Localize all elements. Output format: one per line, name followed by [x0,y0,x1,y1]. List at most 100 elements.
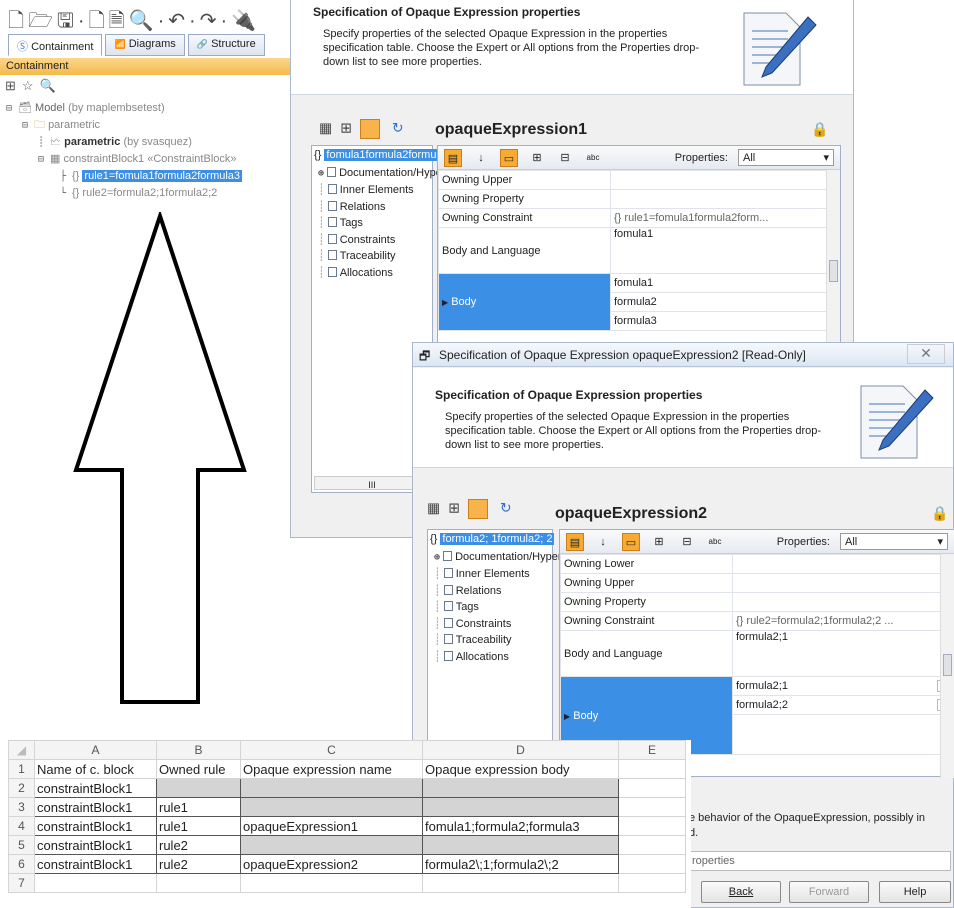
categorized-icon[interactable]: ▤ [566,532,584,551]
column-header[interactable]: D [422,740,619,760]
property-row[interactable]: Owning Upper [560,573,954,593]
tree-view-icon[interactable]: ⊞ [448,500,468,516]
collapse-icon[interactable]: ⊟ [678,533,696,551]
sheet-cell[interactable] [618,873,686,893]
nav-item[interactable]: ┊ Allocations [428,649,552,666]
sheet-cell[interactable] [240,835,423,855]
nav-item[interactable]: ⊕ Documentation/Hyperlinks [312,165,467,183]
highlight-icon[interactable] [359,119,380,139]
collapse-icon[interactable]: ⊟ [556,149,574,167]
property-row[interactable]: Body and Language formula2;1 [560,630,954,677]
new-element-icon[interactable]: ⊞ [5,78,22,93]
sheet-cell[interactable] [240,797,423,817]
nav-item[interactable]: ┊ Traceability [428,632,552,649]
main-toolbar[interactable]: 🗋🗁🖫·🗋🗎🔍·↶·↷·🔌 [8,6,298,32]
nav-item[interactable]: ┊ Relations [312,199,432,216]
tree-view-icon[interactable]: ⊞ [340,120,360,136]
sheet-cell[interactable]: rule1 [156,797,241,817]
sheet-cell[interactable] [156,778,241,798]
close-icon[interactable]: ✕ [907,344,945,364]
table-view-icon[interactable]: ▦ [427,500,448,516]
collapse-icon[interactable]: ⊟ [22,118,34,134]
filter-icon[interactable]: ▭ [500,148,518,167]
row-header[interactable]: 5 [8,835,35,855]
property-row[interactable]: Owning Constraint{} rule1=fomula1formula… [438,208,840,228]
sheet-cell[interactable] [422,835,619,855]
sheet-cell[interactable]: constraintBlock1 [34,797,157,817]
vertical-scrollbar[interactable] [940,554,954,778]
properties-select[interactable]: All ▾ [840,533,948,550]
properties-select[interactable]: All ▾ [738,149,834,166]
column-header[interactable]: E [618,740,686,760]
collapse-icon[interactable]: ⊟ [6,101,18,117]
favorite-icon[interactable]: ☆ [22,78,40,93]
nav-item[interactable]: ┊ Tags [312,215,432,232]
sheet-cell[interactable]: opaqueExpression2 [240,854,423,874]
search-icon[interactable]: 🔍 [40,78,62,93]
tree-node-rule2[interactable]: └{} rule2=formula2;1formula2;2 [6,185,242,202]
tree-node-block[interactable]: ⊟ ▦ constraintBlock1 «ConstraintBlock» [6,151,242,168]
property-row[interactable]: Owning Constraint{} rule2=formula2;1form… [560,611,954,631]
sheet-cell[interactable]: rule1 [156,816,241,836]
property-row[interactable]: Owning Upper [438,170,840,190]
tree-node-rule1[interactable]: ├{} rule1=fomula1formula2formula3 [6,168,243,185]
sheet-cell[interactable] [156,873,241,893]
collapse-icon[interactable]: ⊟ [38,152,50,168]
expand-icon[interactable]: ⊞ [528,149,546,167]
sheet-cell[interactable]: Owned rule [156,759,241,779]
nav-root[interactable]: {} fomula1formula2formula3 [312,146,454,165]
sheet-cell[interactable]: opaqueExpression1 [240,816,423,836]
back-button[interactable]: Back [701,881,781,903]
highlight-icon[interactable] [467,499,488,519]
sheet-cell[interactable] [618,816,686,836]
column-header[interactable]: C [240,740,423,760]
sheet-cell[interactable] [618,759,686,779]
row-header[interactable]: 3 [8,797,35,817]
expand-icon[interactable]: ⊞ [650,533,668,551]
property-row[interactable]: Owning Property [560,592,954,612]
sheet-cell[interactable] [422,873,619,893]
tab-diagrams[interactable]: 📶 Diagrams [105,34,185,56]
sheet-cell[interactable]: rule2 [156,854,241,874]
nav-item[interactable]: ┊ Allocations [312,265,432,282]
nav-item[interactable]: ┊ Constraints [312,232,432,249]
sheet-cell[interactable]: rule2 [156,835,241,855]
sheet-cell[interactable]: constraintBlock1 [34,778,157,798]
nav-item[interactable]: ┊ Inner Elements [428,566,552,583]
sheet-cell[interactable]: fomula1;formula2;formula3 [422,816,619,836]
help-button[interactable]: Help [879,881,951,903]
categorized-icon[interactable]: ▤ [444,148,462,167]
sheet-cell[interactable]: constraintBlock1 [34,835,157,855]
body-row[interactable]: ▶ Bodyformula2;1+ [560,676,954,755]
nav-root[interactable]: {} formula2; 1formula2; 2 [428,530,555,549]
sheet-cell[interactable] [618,797,686,817]
property-row[interactable]: Body and Language fomula1 [438,227,840,274]
tab-structure[interactable]: 🔗 Structure [187,34,265,56]
sheet-cell[interactable] [240,873,423,893]
row-header[interactable]: 6 [8,854,35,874]
select-all-corner[interactable]: ◢ [8,740,35,760]
abc-icon[interactable]: abc [706,533,724,551]
sort-icon[interactable]: ↓ [594,533,612,551]
properties-filter[interactable]: roperties [689,851,951,871]
column-header[interactable]: A [34,740,157,760]
sheet-cell[interactable] [618,835,686,855]
refresh-icon[interactable]: ↻ [500,500,520,516]
table-view-icon[interactable]: ▦ [319,120,340,136]
row-header[interactable]: 7 [8,873,35,893]
sheet-cell[interactable] [240,778,423,798]
tab-containment[interactable]: Ⓢ Containment [8,34,103,56]
nav-item[interactable]: ┊ Constraints [428,616,552,633]
sheet-cell[interactable]: Name of c. block [34,759,157,779]
lock-icon[interactable]: 🔒 [811,121,828,138]
sheet-cell[interactable]: formula2\;1;formula2\;2 [422,854,619,874]
nav-item[interactable]: ┊ Tags [428,599,552,616]
nav-item[interactable]: ┊ Inner Elements [312,182,432,199]
row-header[interactable]: 4 [8,816,35,836]
sort-icon[interactable]: ↓ [472,149,490,167]
row-header[interactable]: 2 [8,778,35,798]
sheet-cell[interactable] [34,873,157,893]
nav-item[interactable]: ⊕ Documentation/Hyperlinks [428,549,583,567]
sheet-cell[interactable]: constraintBlock1 [34,854,157,874]
nav-item[interactable]: ┊ Traceability [312,248,432,265]
